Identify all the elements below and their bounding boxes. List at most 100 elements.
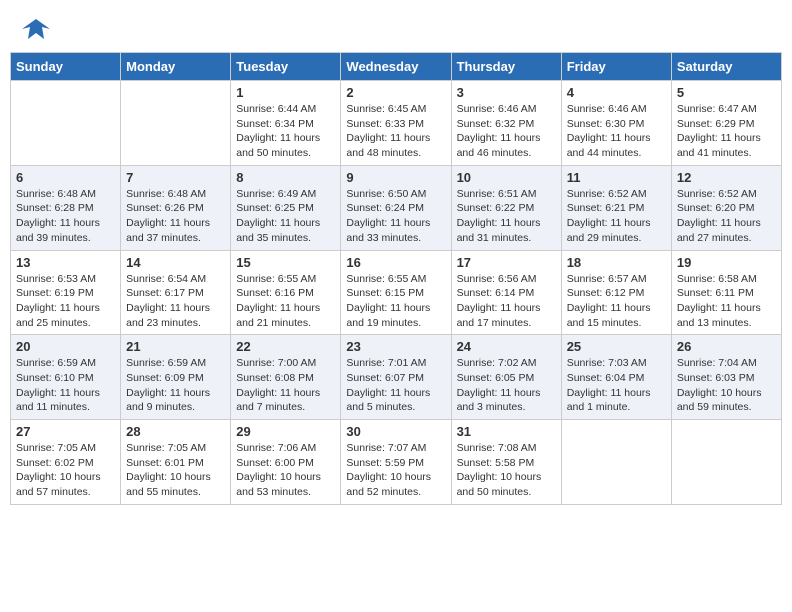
calendar-cell: 24Sunrise: 7:02 AM Sunset: 6:05 PM Dayli…	[451, 335, 561, 420]
day-number: 6	[16, 170, 115, 185]
day-info: Sunrise: 6:48 AM Sunset: 6:26 PM Dayligh…	[126, 187, 225, 246]
logo-bird-icon	[22, 15, 50, 43]
day-number: 29	[236, 424, 335, 439]
calendar-cell: 26 Sunrise: 7:04 AM Sunset: 6:03 PM Dayli…	[671, 335, 781, 420]
calendar-cell: 14 Sunrise: 6:54 AM Sunset: 6:17 PM Dayli…	[121, 250, 231, 335]
day-info: Sunrise: 6:58 AM Sunset: 6:11 PM Dayligh…	[677, 272, 776, 331]
calendar-cell: 4 Sunrise: 6:46 AM Sunset: 6:30 PM Daylig…	[561, 81, 671, 166]
day-info: Sunrise: 6:53 AM Sunset: 6:19 PM Dayligh…	[16, 272, 115, 331]
day-of-week-header: Wednesday	[341, 53, 451, 81]
day-info: Sunrise: 6:54 AM Sunset: 6:17 PM Dayligh…	[126, 272, 225, 331]
day-number: 2	[346, 85, 445, 100]
day-number: 11	[567, 170, 666, 185]
day-info: Sunrise: 6:50 AM Sunset: 6:24 PM Dayligh…	[346, 187, 445, 246]
day-info: Sunrise: 6:59 AM Sunset: 6:09 PM Dayligh…	[126, 356, 225, 415]
day-number: 18	[567, 255, 666, 270]
day-info: Sunrise: 6:44 AM Sunset: 6:34 PM Dayligh…	[236, 102, 335, 161]
day-info: Sunrise: 6:52 AM Sunset: 6:20 PM Dayligh…	[677, 187, 776, 246]
calendar-cell: 25 Sunrise: 7:03 AM Sunset: 6:04 PM Dayli…	[561, 335, 671, 420]
day-info: Sunrise: 6:47 AM Sunset: 6:29 PM Dayligh…	[677, 102, 776, 161]
calendar-cell: 7 Sunrise: 6:48 AM Sunset: 6:26 PM Daylig…	[121, 165, 231, 250]
day-number: 7	[126, 170, 225, 185]
calendar-table: SundayMondayTuesdayWednesdayThursdayFrid…	[10, 52, 782, 505]
calendar-cell: 29Sunrise: 7:06 AM Sunset: 6:00 PM Dayli…	[231, 420, 341, 505]
day-number: 3	[457, 85, 556, 100]
page-header	[10, 10, 782, 44]
day-info: Sunrise: 7:07 AM Sunset: 5:59 PM Dayligh…	[346, 441, 445, 500]
day-info: Sunrise: 6:56 AM Sunset: 6:14 PM Dayligh…	[457, 272, 556, 331]
calendar-cell: 23 Sunrise: 7:01 AM Sunset: 6:07 PM Dayli…	[341, 335, 451, 420]
calendar-cell: 28Sunrise: 7:05 AM Sunset: 6:01 PM Dayli…	[121, 420, 231, 505]
day-of-week-header: Sunday	[11, 53, 121, 81]
calendar-header-row: SundayMondayTuesdayWednesdayThursdayFrid…	[11, 53, 782, 81]
calendar-cell: 27 Sunrise: 7:05 AM Sunset: 6:02 PM Dayli…	[11, 420, 121, 505]
calendar-cell	[671, 420, 781, 505]
day-number: 4	[567, 85, 666, 100]
calendar-week-row: 6 Sunrise: 6:48 AM Sunset: 6:28 PM Daylig…	[11, 165, 782, 250]
calendar-cell: 18 Sunrise: 6:57 AM Sunset: 6:12 PM Dayli…	[561, 250, 671, 335]
day-info: Sunrise: 7:05 AM Sunset: 6:01 PM Dayligh…	[126, 441, 225, 500]
day-info: Sunrise: 6:45 AM Sunset: 6:33 PM Dayligh…	[346, 102, 445, 161]
calendar-cell: 13 Sunrise: 6:53 AM Sunset: 6:19 PM Dayli…	[11, 250, 121, 335]
day-info: Sunrise: 7:03 AM Sunset: 6:04 PM Dayligh…	[567, 356, 666, 415]
day-number: 16	[346, 255, 445, 270]
day-info: Sunrise: 6:55 AM Sunset: 6:15 PM Dayligh…	[346, 272, 445, 331]
day-number: 17	[457, 255, 556, 270]
calendar-week-row: 20 Sunrise: 6:59 AM Sunset: 6:10 PM Dayli…	[11, 335, 782, 420]
day-number: 13	[16, 255, 115, 270]
day-info: Sunrise: 6:59 AM Sunset: 6:10 PM Dayligh…	[16, 356, 115, 415]
calendar-week-row: 1 Sunrise: 6:44 AM Sunset: 6:34 PM Daylig…	[11, 81, 782, 166]
day-info: Sunrise: 7:05 AM Sunset: 6:02 PM Dayligh…	[16, 441, 115, 500]
calendar-cell: 3 Sunrise: 6:46 AM Sunset: 6:32 PM Daylig…	[451, 81, 561, 166]
day-number: 21	[126, 339, 225, 354]
calendar-cell: 31Sunrise: 7:08 AM Sunset: 5:58 PM Dayli…	[451, 420, 561, 505]
calendar-cell: 5 Sunrise: 6:47 AM Sunset: 6:29 PM Daylig…	[671, 81, 781, 166]
day-number: 14	[126, 255, 225, 270]
day-info: Sunrise: 6:46 AM Sunset: 6:30 PM Dayligh…	[567, 102, 666, 161]
calendar-cell: 19Sunrise: 6:58 AM Sunset: 6:11 PM Dayli…	[671, 250, 781, 335]
calendar-cell: 17 Sunrise: 6:56 AM Sunset: 6:14 PM Dayli…	[451, 250, 561, 335]
calendar-cell	[121, 81, 231, 166]
day-info: Sunrise: 6:48 AM Sunset: 6:28 PM Dayligh…	[16, 187, 115, 246]
calendar-cell: 8 Sunrise: 6:49 AM Sunset: 6:25 PM Daylig…	[231, 165, 341, 250]
day-info: Sunrise: 6:49 AM Sunset: 6:25 PM Dayligh…	[236, 187, 335, 246]
day-number: 30	[346, 424, 445, 439]
calendar-cell: 12 Sunrise: 6:52 AM Sunset: 6:20 PM Dayli…	[671, 165, 781, 250]
day-info: Sunrise: 6:46 AM Sunset: 6:32 PM Dayligh…	[457, 102, 556, 161]
day-of-week-header: Saturday	[671, 53, 781, 81]
logo	[20, 15, 50, 39]
day-number: 27	[16, 424, 115, 439]
day-number: 15	[236, 255, 335, 270]
calendar-cell: 6 Sunrise: 6:48 AM Sunset: 6:28 PM Daylig…	[11, 165, 121, 250]
day-number: 23	[346, 339, 445, 354]
day-number: 12	[677, 170, 776, 185]
day-number: 26	[677, 339, 776, 354]
day-info: Sunrise: 7:08 AM Sunset: 5:58 PM Dayligh…	[457, 441, 556, 500]
day-number: 25	[567, 339, 666, 354]
calendar-cell: 21 Sunrise: 6:59 AM Sunset: 6:09 PM Dayli…	[121, 335, 231, 420]
calendar-week-row: 27 Sunrise: 7:05 AM Sunset: 6:02 PM Dayli…	[11, 420, 782, 505]
day-number: 10	[457, 170, 556, 185]
calendar-cell: 1 Sunrise: 6:44 AM Sunset: 6:34 PM Daylig…	[231, 81, 341, 166]
day-info: Sunrise: 6:51 AM Sunset: 6:22 PM Dayligh…	[457, 187, 556, 246]
day-info: Sunrise: 7:00 AM Sunset: 6:08 PM Dayligh…	[236, 356, 335, 415]
day-info: Sunrise: 7:01 AM Sunset: 6:07 PM Dayligh…	[346, 356, 445, 415]
day-info: Sunrise: 7:04 AM Sunset: 6:03 PM Dayligh…	[677, 356, 776, 415]
day-info: Sunrise: 6:52 AM Sunset: 6:21 PM Dayligh…	[567, 187, 666, 246]
day-number: 1	[236, 85, 335, 100]
calendar-cell: 11 Sunrise: 6:52 AM Sunset: 6:21 PM Dayli…	[561, 165, 671, 250]
day-number: 5	[677, 85, 776, 100]
day-info: Sunrise: 6:57 AM Sunset: 6:12 PM Dayligh…	[567, 272, 666, 331]
day-info: Sunrise: 6:55 AM Sunset: 6:16 PM Dayligh…	[236, 272, 335, 331]
calendar-cell	[11, 81, 121, 166]
calendar-cell	[561, 420, 671, 505]
calendar-cell: 2 Sunrise: 6:45 AM Sunset: 6:33 PM Daylig…	[341, 81, 451, 166]
day-number: 9	[346, 170, 445, 185]
day-number: 20	[16, 339, 115, 354]
calendar-cell: 10 Sunrise: 6:51 AM Sunset: 6:22 PM Dayli…	[451, 165, 561, 250]
day-of-week-header: Friday	[561, 53, 671, 81]
day-of-week-header: Monday	[121, 53, 231, 81]
calendar-cell: 16 Sunrise: 6:55 AM Sunset: 6:15 PM Dayli…	[341, 250, 451, 335]
day-number: 8	[236, 170, 335, 185]
calendar-cell: 20 Sunrise: 6:59 AM Sunset: 6:10 PM Dayli…	[11, 335, 121, 420]
